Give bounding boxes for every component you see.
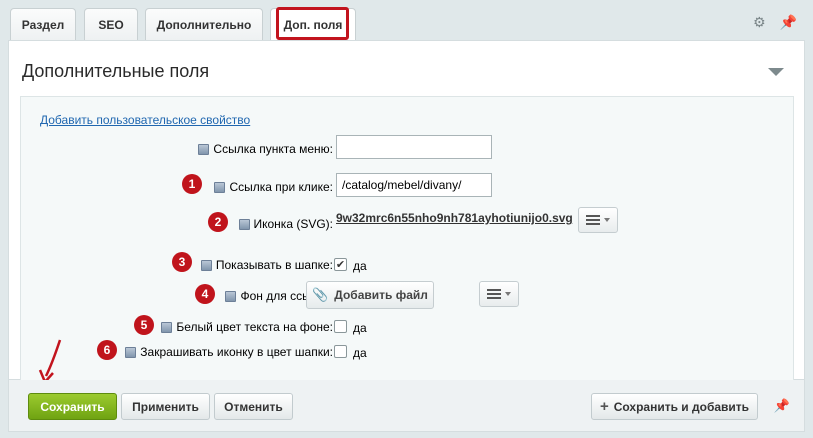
collapse-arrow-icon[interactable]	[768, 68, 784, 76]
menu-link-label-row: Ссылка пункта меню:	[198, 142, 333, 156]
white-text-checkbox[interactable]	[334, 320, 347, 333]
color-icon-label-row: Закрашивать иконку в цвет шапки:	[125, 345, 333, 359]
apply-button[interactable]: Применить	[121, 393, 210, 420]
click-link-label-row: Ссылка при клике:	[214, 180, 333, 194]
icon-file-menu-button[interactable]	[578, 207, 618, 233]
show-in-header-option: да	[353, 259, 367, 273]
hint-icon[interactable]	[161, 321, 173, 333]
tab-razdel[interactable]: Раздел	[10, 8, 76, 40]
number-badge-2: 2	[208, 212, 228, 232]
number-badge-5: 5	[134, 315, 154, 335]
number-badge-3: 3	[172, 252, 192, 272]
hint-icon[interactable]	[125, 346, 137, 358]
menu-link-input[interactable]	[336, 135, 492, 159]
red-arrow-icon	[38, 339, 62, 385]
hamburger-icon	[487, 289, 501, 299]
icon-svg-file-link[interactable]: 9w32mrc6n55nho9nh781ayhotiunijo0.svg	[336, 211, 573, 225]
background-file-menu-button[interactable]	[479, 281, 519, 307]
tab-dopolnitelno[interactable]: Дополнительно	[145, 8, 263, 40]
checkmark-icon: ✔	[335, 259, 346, 271]
pin-icon[interactable]: 📌	[774, 398, 790, 414]
hint-icon[interactable]	[238, 218, 250, 230]
hint-icon[interactable]	[225, 290, 237, 302]
icon-svg-label: Иконка (SVG):	[253, 217, 334, 231]
fields-panel: Добавить пользовательское свойство Ссылк…	[20, 96, 794, 381]
hint-icon[interactable]	[198, 143, 210, 155]
number-badge-1: 1	[182, 174, 202, 194]
white-text-label-row: Белый цвет текста на фоне:	[161, 320, 333, 334]
hint-icon[interactable]	[200, 259, 212, 271]
plus-icon: +	[599, 398, 609, 415]
hamburger-icon	[586, 215, 600, 225]
number-badge-6: 6	[97, 340, 117, 360]
white-text-label: Белый цвет текста на фоне:	[176, 320, 333, 334]
paperclip-icon: 📎	[312, 287, 329, 302]
color-icon-checkbox[interactable]	[334, 345, 347, 358]
show-in-header-checkbox[interactable]: ✔	[334, 258, 347, 271]
section-title: Дополнительные поля	[22, 61, 210, 81]
hint-icon[interactable]	[214, 181, 226, 193]
gear-icon[interactable]: ⚙	[753, 14, 766, 31]
color-icon-label: Закрашивать иконку в цвет шапки:	[140, 345, 333, 359]
show-in-header-label: Показывать в шапке:	[215, 258, 333, 272]
add-custom-property-link[interactable]: Добавить пользовательское свойство	[40, 113, 250, 127]
white-text-option: да	[353, 321, 367, 335]
cancel-button[interactable]: Отменить	[214, 393, 293, 420]
additional-fields-section: Дополнительные поля Добавить пользовател…	[8, 40, 805, 381]
number-badge-4: 4	[195, 284, 215, 304]
icon-svg-label-row: Иконка (SVG):	[238, 217, 334, 231]
tab-seo[interactable]: SEO	[84, 8, 138, 40]
click-link-label: Ссылка при клике:	[229, 180, 333, 194]
caret-down-icon	[604, 218, 610, 222]
color-icon-option: да	[353, 346, 367, 360]
menu-link-label: Ссылка пункта меню:	[213, 142, 333, 156]
click-link-input[interactable]	[336, 173, 492, 197]
tab-tools: ⚙ 📌	[753, 14, 797, 31]
caret-down-icon	[505, 292, 511, 296]
tab-dop-polya[interactable]: Доп. поля	[270, 8, 356, 41]
save-button[interactable]: Сохранить	[28, 393, 117, 420]
form-footer: Сохранить Применить Отменить + Сохранить…	[8, 380, 805, 432]
show-in-header-label-row: Показывать в шапке:	[200, 258, 333, 272]
tab-bar: Раздел SEO Дополнительно Доп. поля ⚙ 📌	[0, 0, 813, 41]
pin-icon[interactable]: 📌	[780, 14, 797, 31]
add-file-button[interactable]: 📎 Добавить файл	[306, 281, 434, 309]
save-and-add-button[interactable]: + Сохранить и добавить	[591, 393, 758, 420]
